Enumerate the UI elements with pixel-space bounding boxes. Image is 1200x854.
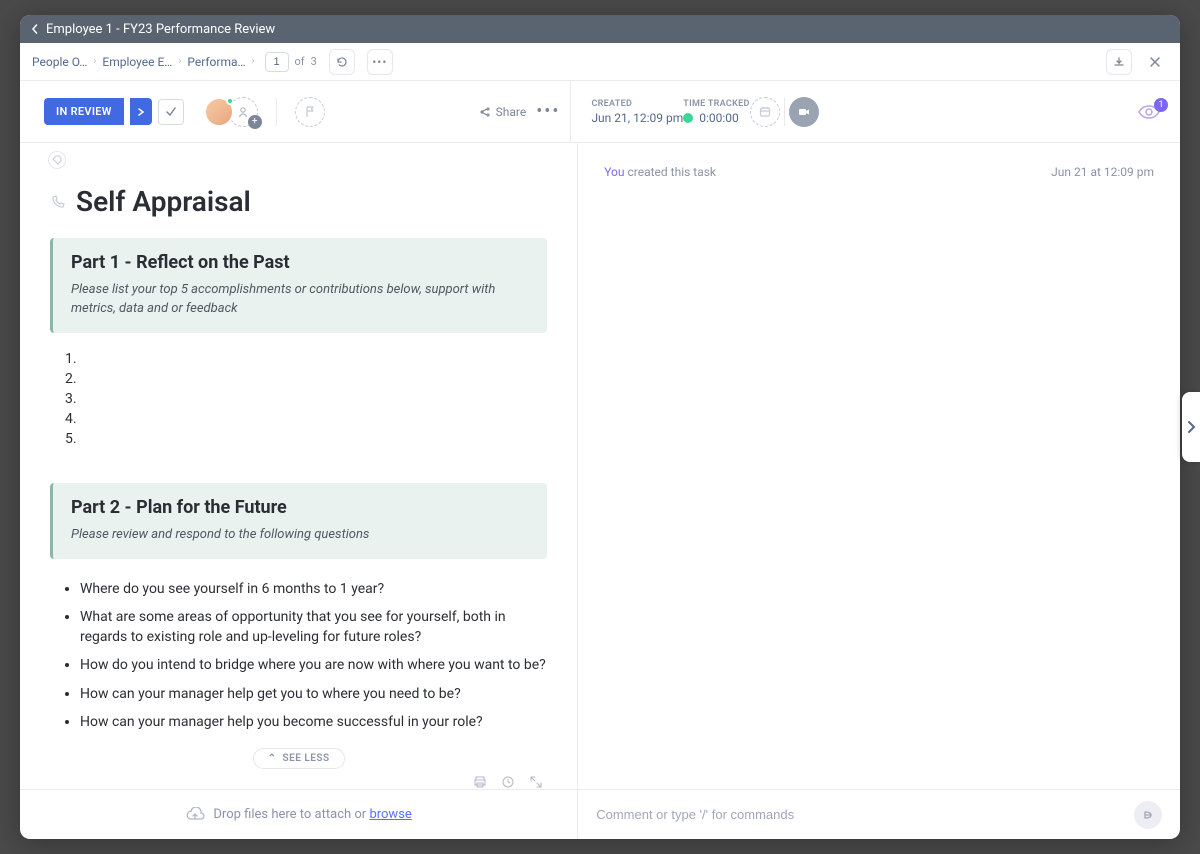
created-meta: CREATED Jun 21, 12:09 pm bbox=[591, 99, 683, 125]
activity-time: Jun 21 at 12:09 pm bbox=[1051, 165, 1154, 179]
breadcrumb-row: People O… › Employee E… › Performa… › of… bbox=[20, 43, 1180, 81]
pager-of-label: of bbox=[295, 55, 305, 68]
part1-prompt: Please list your top 5 accomplishments o… bbox=[71, 281, 529, 319]
browse-link[interactable]: browse bbox=[369, 807, 411, 822]
refresh-icon[interactable] bbox=[329, 49, 355, 75]
see-less-button[interactable]: ⌃ SEE LESS bbox=[253, 748, 345, 769]
due-date-icon[interactable] bbox=[750, 97, 780, 127]
record-icon[interactable] bbox=[789, 97, 819, 127]
priority-flag-icon[interactable] bbox=[295, 97, 325, 127]
play-icon[interactable] bbox=[683, 113, 693, 123]
list-item[interactable]: How can your manager help you become suc… bbox=[80, 708, 547, 736]
assignees[interactable]: + bbox=[204, 97, 258, 127]
watchers-icon[interactable]: 1 bbox=[1138, 104, 1160, 120]
avatar[interactable] bbox=[204, 97, 234, 127]
doc-title: Self Appraisal bbox=[76, 185, 251, 218]
right-column: You created this task Jun 21 at 12:09 pm bbox=[578, 143, 1180, 839]
list-item[interactable]: Where do you see yourself in 6 months to… bbox=[80, 575, 547, 603]
list-item[interactable] bbox=[80, 349, 547, 369]
back-icon[interactable] bbox=[30, 24, 40, 34]
created-value: Jun 21, 12:09 pm bbox=[591, 111, 683, 125]
meta-right: CREATED Jun 21, 12:09 pm TIME TRACKED 0:… bbox=[570, 81, 1180, 142]
close-icon[interactable] bbox=[1142, 49, 1168, 75]
share-label: Share bbox=[496, 105, 527, 119]
see-less-label: SEE LESS bbox=[282, 753, 329, 764]
left-column: Self Appraisal Part 1 - Reflect on the P… bbox=[20, 143, 578, 839]
activity-item: You created this task Jun 21 at 12:09 pm bbox=[604, 165, 1154, 179]
time-tracked-value: 0:00:00 bbox=[699, 111, 739, 125]
time-tracked-meta: TIME TRACKED 0:00:00 bbox=[683, 99, 749, 125]
breadcrumb-item[interactable]: People O… bbox=[32, 55, 87, 69]
list-item[interactable] bbox=[80, 429, 547, 449]
share-button[interactable]: Share bbox=[478, 105, 527, 119]
meta-row: IN REVIEW + bbox=[20, 81, 1180, 143]
print-icon[interactable] bbox=[473, 775, 487, 789]
status-group: IN REVIEW bbox=[44, 98, 152, 125]
phone-icon bbox=[50, 194, 66, 210]
pager-current-input[interactable] bbox=[265, 52, 289, 72]
list-item[interactable] bbox=[80, 409, 547, 429]
watchers-count: 1 bbox=[1154, 98, 1168, 112]
activity-actor: You bbox=[604, 165, 624, 179]
plus-icon: + bbox=[248, 115, 262, 129]
status-button[interactable]: IN REVIEW bbox=[44, 98, 124, 125]
status-dropdown-icon[interactable] bbox=[130, 98, 152, 125]
time-tracked-label: TIME TRACKED bbox=[683, 99, 749, 109]
comment-input[interactable] bbox=[596, 807, 1124, 822]
titlebar: Employee 1 - FY23 Performance Review bbox=[20, 15, 1180, 43]
doc-content[interactable]: Self Appraisal Part 1 - Reflect on the P… bbox=[20, 143, 577, 789]
task-more-icon[interactable]: ••• bbox=[536, 101, 560, 122]
part2-callout: Part 2 - Plan for the Future Please revi… bbox=[50, 483, 547, 559]
body: Self Appraisal Part 1 - Reflect on the P… bbox=[20, 143, 1180, 839]
chevron-right-icon: › bbox=[252, 56, 255, 67]
part2-prompt: Please review and respond to the followi… bbox=[71, 526, 529, 545]
attach-text: Drop files here to attach or bbox=[213, 807, 369, 822]
chevron-right-icon: › bbox=[178, 56, 181, 67]
questions-list: Where do you see yourself in 6 months to… bbox=[50, 575, 547, 737]
share-icon bbox=[478, 106, 490, 118]
part2-heading: Part 2 - Plan for the Future bbox=[71, 497, 529, 518]
attach-row[interactable]: Drop files here to attach or browse bbox=[20, 789, 577, 839]
list-item[interactable] bbox=[80, 369, 547, 389]
list-item[interactable]: How do you intend to bridge where you ar… bbox=[80, 651, 547, 679]
part1-heading: Part 1 - Reflect on the Past bbox=[71, 252, 529, 273]
accomplishments-list[interactable] bbox=[50, 349, 547, 449]
comment-row bbox=[578, 789, 1180, 839]
list-item[interactable]: How can your manager help get you to whe… bbox=[80, 680, 547, 708]
pager-total: 3 bbox=[311, 55, 317, 68]
breadcrumb-item[interactable]: Performa… bbox=[187, 55, 245, 69]
expand-icon[interactable] bbox=[529, 775, 543, 789]
history-icon[interactable] bbox=[501, 775, 515, 789]
list-item[interactable] bbox=[80, 389, 547, 409]
send-icon[interactable] bbox=[1134, 801, 1162, 829]
task-title: Employee 1 - FY23 Performance Review bbox=[46, 22, 275, 37]
part1-callout: Part 1 - Reflect on the Past Please list… bbox=[50, 238, 547, 333]
minimize-icon[interactable] bbox=[1106, 49, 1132, 75]
more-options-icon[interactable]: ••• bbox=[367, 49, 393, 75]
activity-text: created this task bbox=[625, 165, 717, 179]
breadcrumb-item[interactable]: Employee E… bbox=[102, 55, 172, 69]
cloud-upload-icon bbox=[185, 807, 205, 823]
task-modal: Employee 1 - FY23 Performance Review Peo… bbox=[20, 15, 1180, 839]
next-panel-icon[interactable] bbox=[1182, 392, 1200, 462]
chevron-up-icon: ⌃ bbox=[268, 753, 277, 764]
activity-feed[interactable]: You created this task Jun 21 at 12:09 pm bbox=[578, 143, 1180, 789]
pager: of 3 bbox=[265, 52, 317, 72]
tag-icon[interactable] bbox=[48, 151, 66, 169]
created-label: CREATED bbox=[591, 99, 683, 109]
list-item[interactable]: What are some areas of opportunity that … bbox=[80, 603, 547, 652]
complete-button[interactable] bbox=[158, 99, 184, 125]
chevron-right-icon: › bbox=[93, 56, 96, 67]
